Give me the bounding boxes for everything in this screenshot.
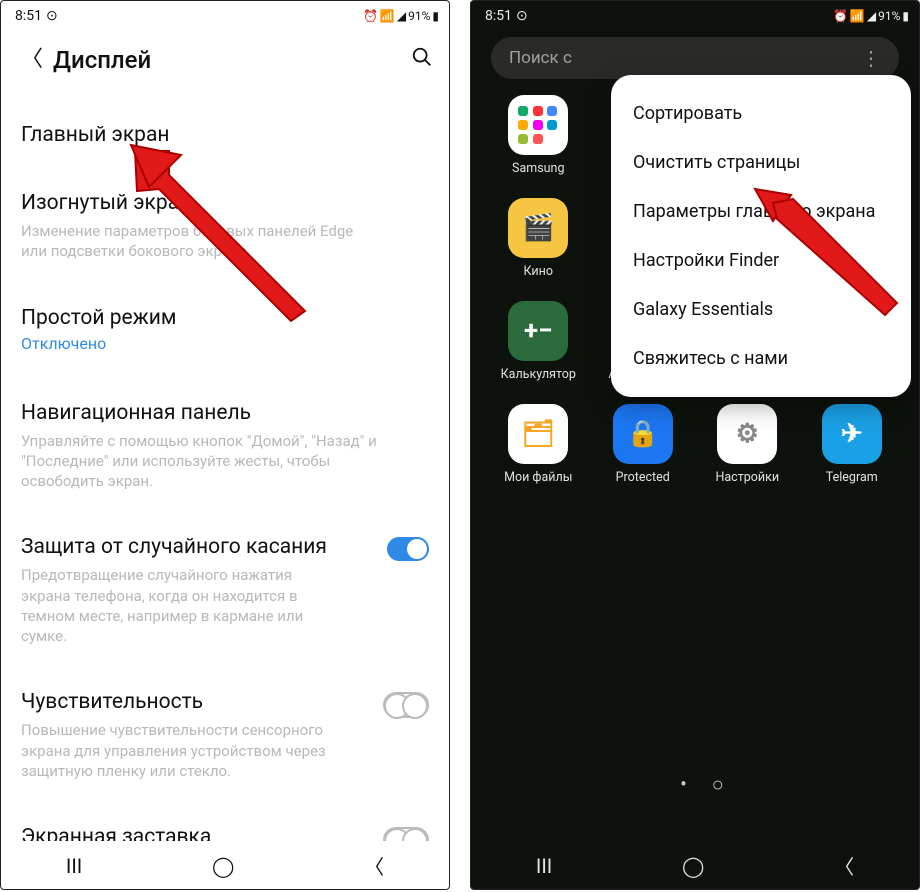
app-telegram[interactable]: ✈ Telegram [803,404,902,485]
setting-screensaver[interactable]: Экранная заставка Отображение заставки п… [21,805,429,841]
more-options-icon[interactable]: ⋮ [861,46,881,70]
calculator-icon: +− [508,301,568,361]
status-bar: 8:51 ⊙ ⏰ 📶 ◢ 91% ▮ [471,1,919,29]
setting-home-screen[interactable]: Главный экран [21,103,429,171]
app-my-files[interactable]: 🗂 Мои файлы [489,404,588,485]
signal-icon: ◢ [867,9,876,23]
context-menu: Сортировать Очистить страницы Параметры … [611,75,911,397]
setting-accidental-touch[interactable]: Защита от случайного касания Предотвраще… [21,515,429,670]
battery-icon: ▮ [432,9,439,23]
recents-button[interactable]: III [536,854,552,878]
alarm-icon: ⏰ [363,9,378,23]
setting-touch-sensitivity[interactable]: Чувствительность Повышение чувствительно… [21,670,429,805]
finder-search[interactable]: Поиск с ⋮ [491,37,899,79]
back-nav-button[interactable]: 〈 [364,851,384,880]
header: 〈 Дисплей [1,29,449,103]
nav-bar: III ◯ 〈 [471,841,919,889]
nav-bar: III ◯ 〈 [1,841,449,889]
battery-pct: 91% [408,9,430,23]
search-placeholder: Поиск с [509,48,572,68]
samsung-folder-icon [508,95,568,155]
app-settings[interactable]: ⚙ Настройки [698,404,797,485]
menu-clean-pages[interactable]: Очистить страницы [611,138,911,187]
files-icon: 🗂 [508,404,568,464]
settings-icon: ⚙ [717,404,777,464]
alarm-icon: ⏰ [833,9,848,23]
toggle-accidental-touch[interactable] [387,537,429,561]
settings-list: Главный экран Изогнутый экран Изменение … [1,103,449,841]
menu-galaxy-essentials[interactable]: Galaxy Essentials [611,285,911,334]
app-protected[interactable]: 🔒 Protected [594,404,693,485]
status-time: 8:51 [15,8,42,24]
app-kino[interactable]: 🎬 Кино [489,198,588,279]
back-button[interactable]: 〈 [17,45,53,75]
protected-icon: 🔒 [613,404,673,464]
battery-icon: ▮ [902,9,909,23]
status-time: 8:51 [485,8,512,24]
back-nav-button[interactable]: 〈 [834,851,854,880]
phone-left: 8:51 ⊙ ⏰ 📶 ◢ 91% ▮ 〈 Дисплей Главный экр… [0,0,450,890]
app-samsung[interactable]: Samsung [489,95,588,176]
menu-home-screen-settings[interactable]: Параметры главного экрана [611,187,911,236]
phone-right: 8:51 ⊙ ⏰ 📶 ◢ 91% ▮ Поиск с ⋮ [470,0,920,890]
menu-finder-settings[interactable]: Настройки Finder [611,236,911,285]
setting-edge-screen[interactable]: Изогнутый экран Изменение параметров бок… [21,171,429,286]
app-drawer: Поиск с ⋮ Samsung [471,29,919,841]
recents-button[interactable]: III [66,854,82,878]
page-indicator: • ○ [483,772,919,797]
app-badge-icon: ⊙ [516,8,528,24]
page-title: Дисплей [53,46,411,74]
menu-contact-us[interactable]: Свяжитесь с нами [611,334,911,383]
menu-sort[interactable]: Сортировать [611,89,911,138]
app-badge-icon: ⊙ [46,8,58,24]
telegram-icon: ✈ [822,404,882,464]
wifi-icon: 📶 [380,9,395,23]
battery-pct: 91% [878,9,900,23]
app-calculator[interactable]: +− Калькулятор [489,301,588,382]
home-button[interactable]: ◯ [682,854,704,878]
toggle-screensaver[interactable] [383,827,429,841]
search-icon[interactable] [411,46,433,74]
wifi-icon: 📶 [850,9,865,23]
toggle-touch-sensitivity[interactable] [383,692,429,718]
home-button[interactable]: ◯ [212,854,234,878]
kino-icon: 🎬 [508,198,568,258]
setting-easy-mode[interactable]: Простой режим Отключено [21,286,429,381]
setting-nav-bar[interactable]: Навигационная панель Управляйте с помощь… [21,381,429,516]
signal-icon: ◢ [397,9,406,23]
status-bar: 8:51 ⊙ ⏰ 📶 ◢ 91% ▮ [1,1,449,29]
